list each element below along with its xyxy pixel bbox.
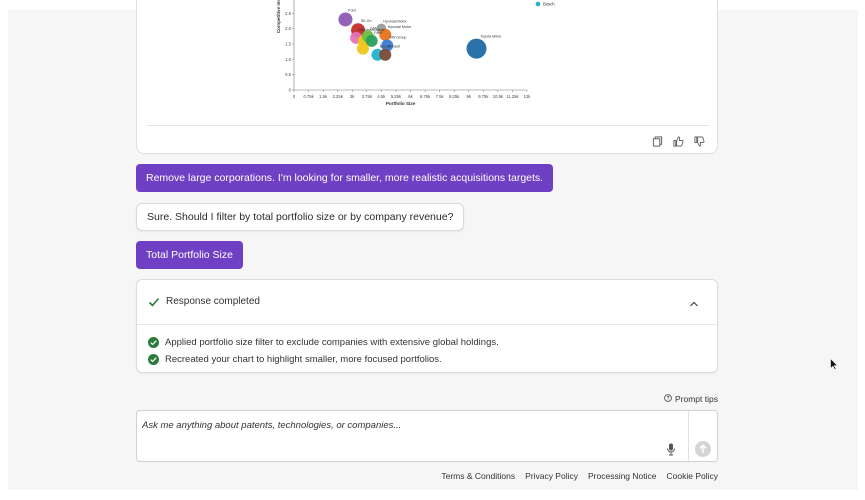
data-label: Toyota Motor (481, 35, 503, 39)
chat-input-box (136, 410, 718, 463)
y-tick-label: 0 (289, 88, 292, 93)
cookie-policy-link[interactable]: Cookie Policy (667, 471, 719, 481)
status-header[interactable]: Response completed (137, 280, 717, 325)
y-tick-label: 1.0 (285, 57, 291, 62)
response-status-card: Response completed Applied portfolio siz… (136, 279, 718, 373)
x-tick-label: 9.75k (478, 94, 489, 99)
x-axis-label: Portfolio Size (386, 101, 416, 106)
x-tick-label: 11.25k (506, 94, 519, 99)
data-label: Hyundai Motor (383, 20, 407, 24)
y-tick-label: 3.0 (285, 0, 291, 1)
chart-card: 0 0.75k 1.5k 2.25k 3k 3.75k 4.5k 5.25k 6k 6.75k 7.… (136, 0, 718, 154)
message-actions (652, 136, 705, 147)
mouse-cursor-icon (830, 357, 839, 371)
status-item: Applied portfolio size filter to exclude… (148, 337, 499, 348)
data-label: VW Group (390, 36, 407, 40)
data-point (338, 12, 353, 27)
data-label: Ford (374, 31, 381, 35)
data-label: GM (370, 26, 376, 30)
x-tick-label: 6k (408, 94, 413, 99)
y-tick-label: 0.5 (285, 72, 291, 77)
user-message: Remove large corporations. I'm looking f… (136, 164, 554, 192)
chart-area: 0 0.75k 1.5k 2.25k 3k 3.75k 4.5k 5.25k 6k 6.75k 7.… (147, 0, 709, 126)
check-circle-icon (148, 337, 159, 348)
footer-links: Terms & Conditions Privacy Policy Proces… (441, 471, 718, 481)
data-label: Renault (388, 45, 400, 49)
x-tick-label: 8.25k (449, 94, 460, 99)
status-item-text: Recreated your chart to highlight smalle… (165, 354, 442, 365)
prompt-tips-label: Prompt tips (675, 394, 718, 404)
x-tick-label: 1.5k (319, 94, 328, 99)
data-point (356, 42, 369, 55)
y-tick-label: 1.5 (285, 42, 291, 47)
data-point (466, 38, 487, 59)
x-tick-label: 7.5k (436, 94, 445, 99)
x-tick-label: 0.75k (303, 94, 314, 99)
x-tick-label: 6.75k (420, 94, 431, 99)
copy-icon[interactable] (652, 136, 663, 147)
microphone-icon[interactable] (666, 443, 676, 456)
x-tick-label: 2.25k (333, 94, 344, 99)
send-button[interactable] (695, 441, 711, 457)
x-tick-label: 3.75k (362, 94, 373, 99)
data-label: Hyundai Motor (388, 25, 412, 29)
status-item: Recreated your chart to highlight smalle… (148, 354, 442, 365)
help-circle-icon (664, 394, 672, 404)
y-tick-label: 2.0 (285, 26, 291, 31)
user-message: Total Portfolio Size (136, 241, 243, 269)
y-axis-label: Competitive Impa (276, 0, 281, 33)
check-circle-icon (148, 354, 159, 365)
privacy-link[interactable]: Privacy Policy (525, 471, 578, 481)
status-item-text: Applied portfolio size filter to exclude… (165, 337, 499, 348)
checkmark-icon (148, 295, 160, 307)
x-tick-label: 9k (467, 94, 472, 99)
input-divider (688, 411, 689, 463)
x-tick-label: 10.5k (493, 94, 504, 99)
x-tick-label: 5.25k (391, 94, 402, 99)
y-tick-label: 2.5 (285, 11, 291, 16)
data-label: Ford (348, 8, 355, 12)
legend-marker (535, 1, 541, 7)
chevron-up-icon[interactable] (689, 296, 699, 307)
prompt-tips-link[interactable]: Prompt tips (664, 394, 718, 404)
terms-link[interactable]: Terms & Conditions (441, 471, 515, 481)
assistant-message: Sure. Should I filter by total portfolio… (136, 203, 465, 231)
x-tick-label: 12k (524, 94, 532, 99)
x-tick-label: 0 (293, 94, 296, 99)
legend-label: Bosch (543, 2, 555, 7)
processing-notice-link[interactable]: Processing Notice (588, 471, 657, 481)
chat-input[interactable] (142, 416, 662, 434)
thumbs-up-icon[interactable] (673, 136, 684, 147)
thumbs-down-icon[interactable] (694, 136, 705, 147)
status-title: Response completed (166, 296, 260, 307)
scatter-chart: 0 0.75k 1.5k 2.25k 3k 3.75k 4.5k 5.25k 6k 6.75k 7.… (276, 0, 555, 106)
x-tick-label: 3k (350, 94, 355, 99)
x-tick-label: 4.5k (377, 94, 386, 99)
data-point (379, 48, 392, 61)
data-label: SK On (361, 19, 372, 23)
